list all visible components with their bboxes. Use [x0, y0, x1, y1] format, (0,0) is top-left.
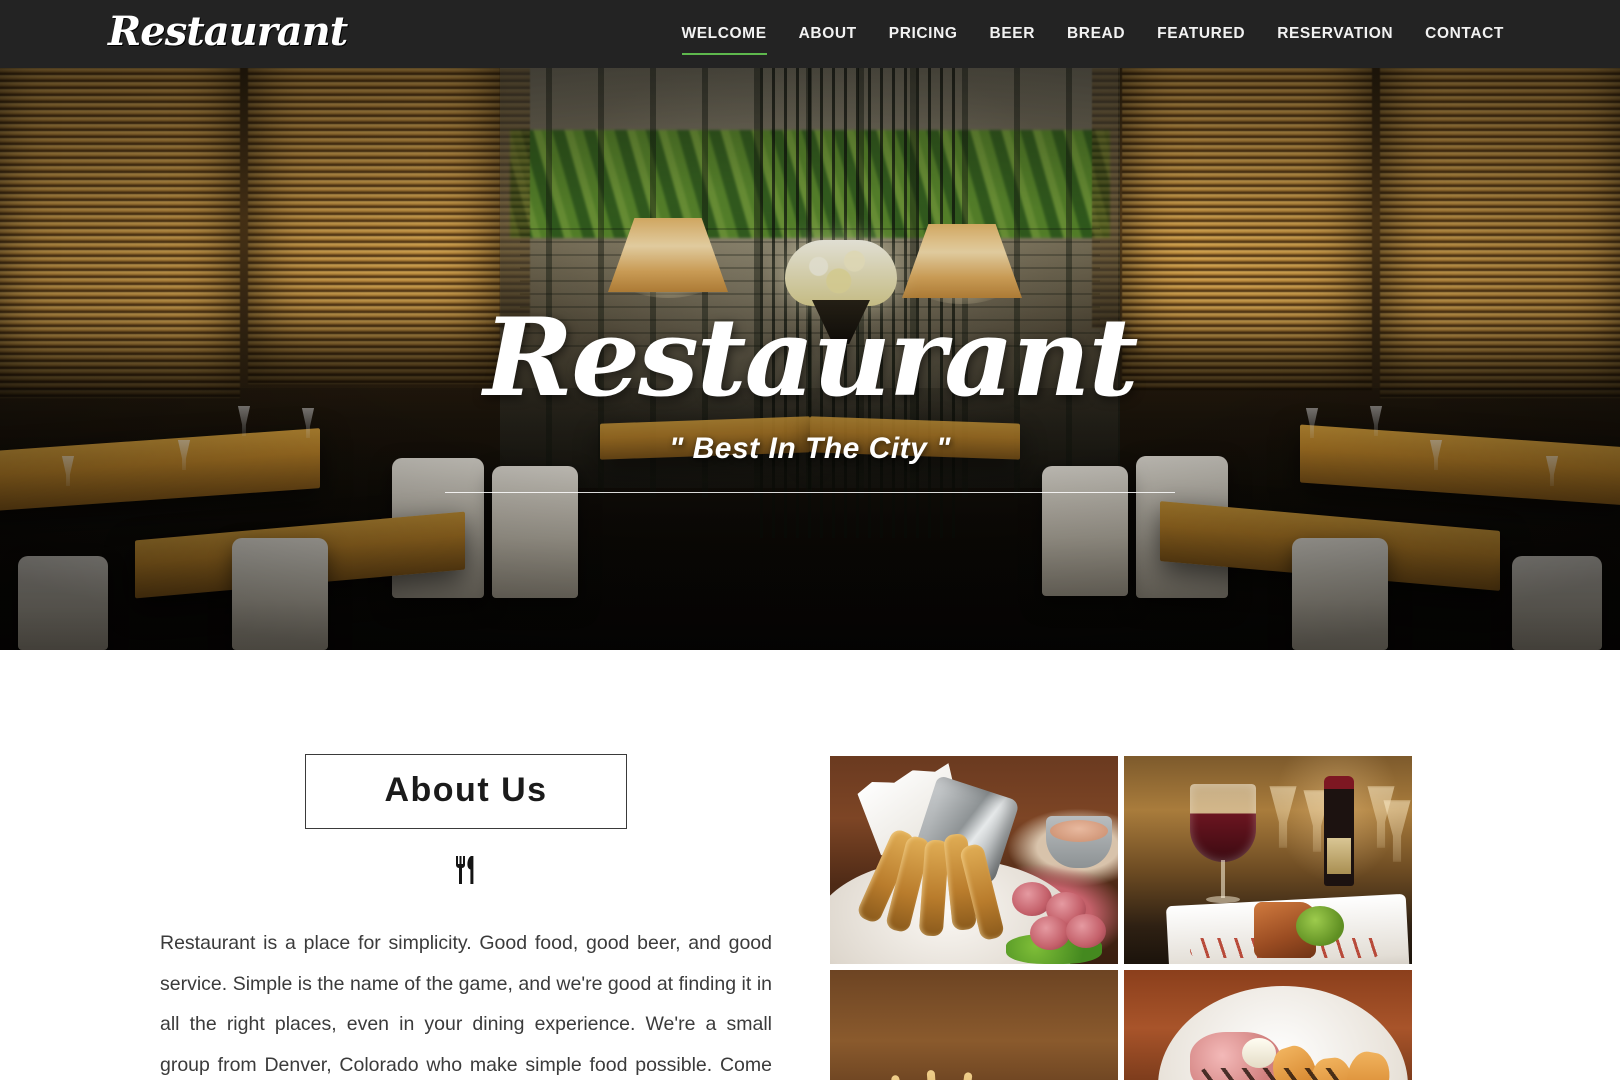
fry-strand — [926, 1069, 942, 1080]
nav-link-welcome[interactable]: WELCOME — [666, 1, 783, 67]
about-text-column: About Us Restaurant is a place for simpl… — [160, 754, 830, 1080]
nav-link-featured[interactable]: FEATURED — [1141, 1, 1261, 67]
dipping-sauce-cup — [1046, 816, 1112, 868]
fries-heap — [844, 1058, 1094, 1080]
nav-link-reservation[interactable]: RESERVATION — [1261, 1, 1409, 67]
gallery-image-fried-appetizers[interactable] — [830, 756, 1118, 964]
cutlery-icon — [160, 853, 772, 893]
about-heading-box: About Us — [305, 754, 627, 829]
prosciutto-roll — [1030, 916, 1070, 950]
wine-glass-stem — [1221, 860, 1225, 898]
nav-link-beer[interactable]: BEER — [974, 1, 1051, 67]
about-section: About Us Restaurant is a place for simpl… — [0, 650, 1620, 1080]
nav-link-label: CONTACT — [1425, 25, 1504, 42]
balsamic-drizzle — [1198, 1068, 1348, 1080]
fry-strand — [951, 1071, 973, 1080]
nav-link-label: FEATURED — [1157, 25, 1246, 42]
brand-logo[interactable]: Restaurant — [108, 8, 348, 55]
gallery-image-prosciutto-melon-salad[interactable] — [1124, 970, 1412, 1080]
background-glass — [1269, 786, 1297, 848]
wine-glass-bowl — [1190, 784, 1256, 862]
about-heading: About Us — [384, 771, 548, 809]
nav-link-label: RESERVATION — [1277, 25, 1394, 42]
prosciutto-roll — [1066, 914, 1106, 948]
about-paragraph: Restaurant is a place for simplicity. Go… — [160, 932, 772, 1076]
nav-link-about[interactable]: ABOUT — [783, 1, 873, 67]
nav-link-label: BEER — [989, 25, 1036, 42]
food-gallery — [830, 754, 1460, 1080]
avocado-garnish — [1296, 906, 1344, 946]
wine-glass — [1190, 784, 1256, 908]
hero-title: Restaurant — [483, 295, 1139, 421]
nav-link-contact[interactable]: CONTACT — [1409, 1, 1520, 67]
wine-bottle — [1324, 776, 1354, 886]
active-nav-underline — [681, 53, 767, 55]
hero-tagline: " Best In The City " — [669, 432, 951, 465]
primary-navigation: WELCOME ABOUT PRICING BEER BREAD FEATURE… — [666, 0, 1521, 68]
nav-link-label: PRICING — [888, 25, 958, 42]
main-navbar: Restaurant WELCOME ABOUT PRICING BEER BR… — [0, 0, 1620, 68]
nav-link-label: ABOUT — [798, 25, 857, 42]
nav-link-label: BREAD — [1067, 25, 1126, 42]
about-inner: About Us Restaurant is a place for simpl… — [160, 650, 1460, 1080]
cheese-slice — [1242, 1038, 1276, 1068]
gallery-image-wine-and-entree[interactable] — [1124, 756, 1412, 964]
hero-content: Restaurant " Best In The City " — [0, 304, 1620, 493]
gallery-image-shoestring-fries[interactable] — [830, 970, 1118, 1080]
nav-link-bread[interactable]: BREAD — [1051, 1, 1141, 67]
hero-section: Restaurant " Best In The City " — [0, 68, 1620, 650]
nav-link-pricing[interactable]: PRICING — [873, 1, 974, 67]
nav-link-label: WELCOME — [681, 25, 767, 42]
fry-strand — [890, 1074, 922, 1080]
hero-divider — [445, 492, 1175, 493]
